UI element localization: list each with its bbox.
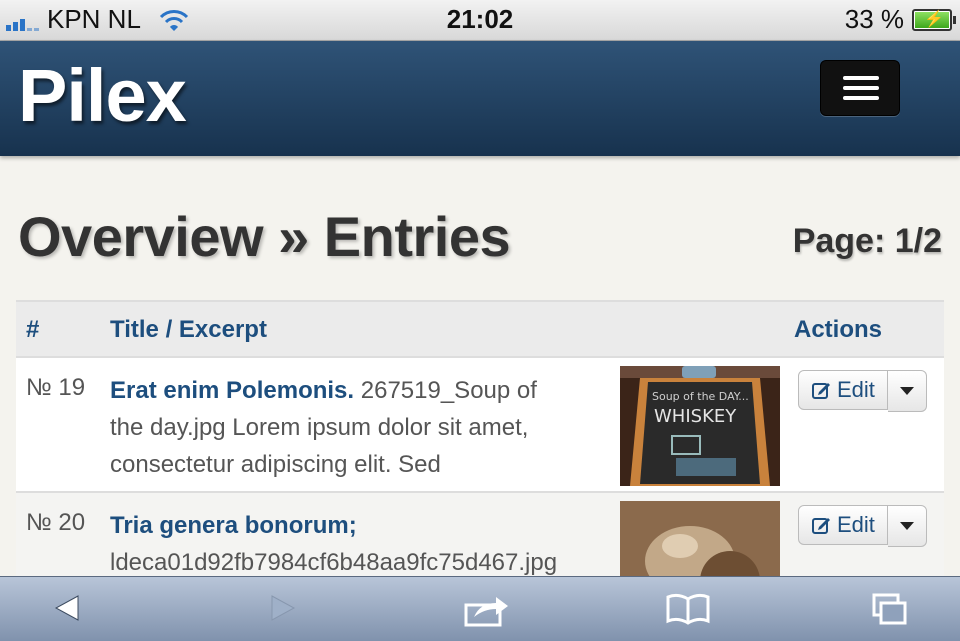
hamburger-icon <box>843 76 879 80</box>
bookmarks-icon[interactable] <box>666 593 710 625</box>
pagination-info: Page: 1/2 <box>792 222 942 260</box>
brand-logo[interactable]: Pilex <box>18 53 187 138</box>
share-icon[interactable] <box>464 593 512 627</box>
entry-number: № 19 <box>26 374 86 401</box>
svg-text:WHISKEY: WHISKEY <box>654 406 737 427</box>
edit-button[interactable]: Edit <box>798 370 888 410</box>
status-bar: KPN NL 21:02 33 % ⚡ <box>0 0 960 41</box>
entry-number: № 20 <box>26 509 86 536</box>
caret-down-icon <box>900 387 914 395</box>
table-row: № 19 Erat enim Polemonis. 267519_Soup of… <box>16 356 944 491</box>
navbar: Pilex <box>0 41 960 156</box>
edit-icon <box>812 383 830 399</box>
battery-percent: 33 % <box>844 4 904 34</box>
table-header: # Title / Excerpt Actions <box>16 300 944 356</box>
forward-arrow-icon[interactable] <box>268 593 298 623</box>
svg-text:Soup of the DAY...: Soup of the DAY... <box>652 390 749 403</box>
entry-thumbnail[interactable]: Soup of the DAY... WHISKEY <box>620 366 780 486</box>
caret-down-icon <box>900 522 914 530</box>
entry-excerpt: Tria genera bonorum; ldeca01d92fb7984cf6… <box>110 512 558 576</box>
column-header-number: # <box>26 316 40 343</box>
entry-title-link[interactable]: Erat enim Polemonis. <box>110 377 354 404</box>
column-header-actions: Actions <box>794 316 883 343</box>
battery-icon: ⚡ <box>912 8 956 31</box>
actions-dropdown-toggle[interactable] <box>888 505 927 547</box>
entry-actions: Edit <box>798 370 927 412</box>
edit-icon <box>812 518 830 534</box>
actions-dropdown-toggle[interactable] <box>888 370 927 412</box>
entry-actions: Edit <box>798 505 927 547</box>
page-title: Overview » Entries <box>18 205 511 268</box>
entry-title-link[interactable]: Tria genera bonorum; <box>110 512 357 539</box>
browser-toolbar <box>0 576 960 641</box>
edit-button[interactable]: Edit <box>798 505 888 545</box>
clock: 21:02 <box>446 4 514 34</box>
back-arrow-icon[interactable] <box>52 593 82 623</box>
column-header-title: Title / Excerpt <box>110 316 267 343</box>
entry-excerpt: Erat enim Polemonis. 267519_Soup of the … <box>110 377 537 478</box>
menu-toggle-button[interactable] <box>820 60 900 116</box>
tabs-icon[interactable] <box>872 593 908 627</box>
edit-label: Edit <box>837 377 875 402</box>
edit-label: Edit <box>837 512 875 537</box>
